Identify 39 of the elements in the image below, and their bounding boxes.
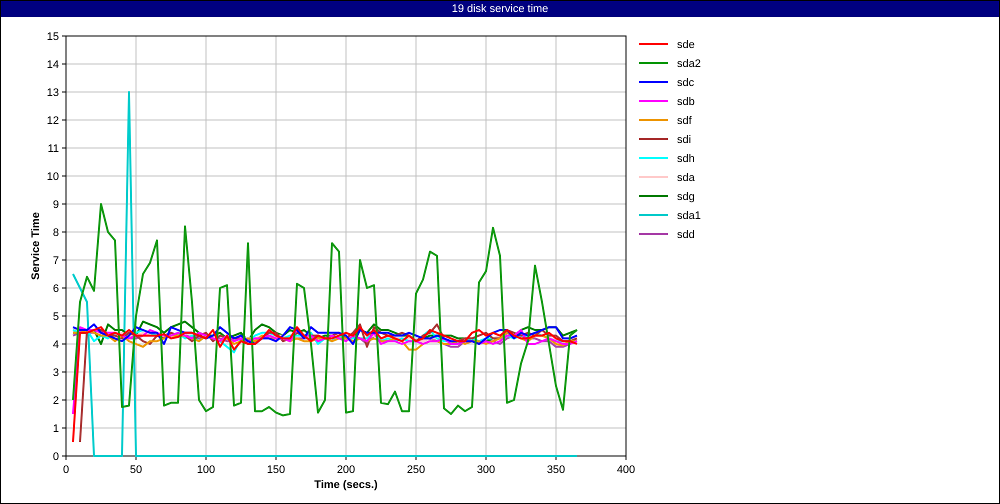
legend-label: sdd xyxy=(677,229,695,241)
legend-label: sdb xyxy=(677,96,695,108)
x-tick-label: 150 xyxy=(266,464,286,476)
y-tick-label: 8 xyxy=(52,227,59,239)
x-tick-label: 200 xyxy=(336,464,356,476)
x-tick-label: 50 xyxy=(130,464,142,476)
y-axis-title: Service Time xyxy=(30,212,42,280)
y-tick-label: 13 xyxy=(46,87,59,99)
x-tick-label: 300 xyxy=(476,464,496,476)
y-tick-label: 14 xyxy=(46,59,59,71)
x-tick-label: 250 xyxy=(406,464,426,476)
y-tick-label: 12 xyxy=(46,115,59,127)
x-tick-label: 400 xyxy=(616,464,636,476)
y-tick-label: 10 xyxy=(46,171,59,183)
legend-label: sdg xyxy=(677,191,695,203)
y-tick-label: 2 xyxy=(52,395,59,407)
x-axis-title: Time (secs.) xyxy=(314,479,378,491)
legend-label: sdi xyxy=(677,134,692,146)
y-tick-label: 1 xyxy=(52,423,59,435)
legend-label: sdc xyxy=(677,77,694,89)
x-tick-label: 350 xyxy=(546,464,566,476)
window-title: 19 disk service time xyxy=(1,1,999,17)
y-tick-label: 0 xyxy=(52,451,59,463)
legend-label: sda xyxy=(677,172,695,184)
y-tick-label: 6 xyxy=(52,283,59,295)
legend-label: sda1 xyxy=(677,210,701,222)
y-tick-label: 9 xyxy=(52,199,59,211)
y-tick-label: 4 xyxy=(52,339,59,351)
y-tick-label: 5 xyxy=(52,311,59,323)
legend-label: sde xyxy=(677,39,695,51)
legend-label: sdh xyxy=(677,153,695,165)
y-tick-label: 15 xyxy=(46,31,59,43)
y-tick-label: 11 xyxy=(48,143,59,155)
legend-label: sda2 xyxy=(677,58,701,70)
y-tick-label: 7 xyxy=(52,255,59,267)
x-tick-label: 100 xyxy=(196,464,216,476)
x-tick-label: 0 xyxy=(62,464,70,476)
legend-label: sdf xyxy=(677,115,692,127)
y-tick-label: 3 xyxy=(52,367,59,379)
